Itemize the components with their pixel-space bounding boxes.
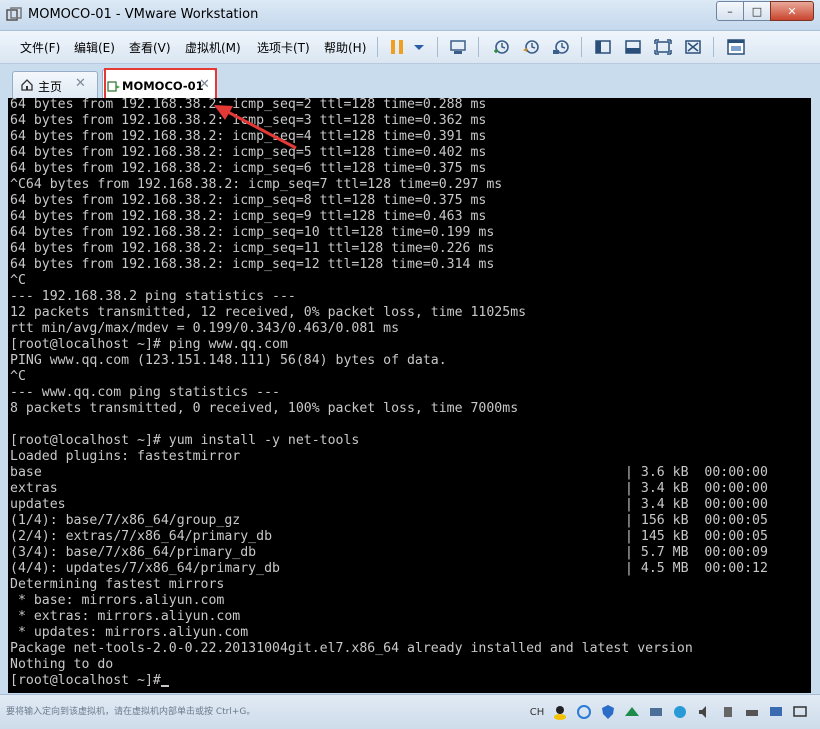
terminal-line: 64 bytes from 192.168.38.2: icmp_seq=5 t… — [10, 145, 487, 160]
message-icon[interactable] — [768, 704, 784, 720]
terminal-line: (4/4): updates/7/x86_64/primary_db — [10, 561, 280, 576]
printer-icon[interactable] — [744, 704, 760, 720]
terminal-line: * updates: mirrors.aliyun.com — [10, 625, 249, 640]
menu-vm[interactable]: 虚拟机(M) — [185, 39, 241, 56]
tab-highlight-box — [104, 68, 217, 100]
menu-bar: 文件(F) 编辑(E) 查看(V) 虚拟机(M) 选项卡(T) 帮助(H) — [0, 31, 820, 64]
fullscreen-icon[interactable] — [652, 36, 674, 58]
window-title: MOMOCO-01 - VMware Workstation — [28, 7, 259, 22]
terminal-line: Determining fastest mirrors — [10, 577, 225, 592]
snapshot-manager-icon[interactable] — [550, 36, 572, 58]
tab-home-close-icon[interactable]: ✕ — [75, 76, 86, 91]
shield-icon[interactable] — [600, 704, 616, 720]
terminal-line: * base: mirrors.aliyun.com — [10, 593, 225, 608]
terminal-line: * extras: mirrors.aliyun.com — [10, 609, 241, 624]
menu-file[interactable]: 文件(F) — [20, 39, 60, 56]
terminal-line: extras — [10, 481, 58, 496]
terminal-line: updates — [10, 497, 66, 512]
title-bar: MOMOCO-01 - VMware Workstation – □ ✕ — [0, 0, 820, 31]
vm-console-terminal[interactable]: 64 bytes from 192.168.38.2: icmp_seq=2 t… — [8, 98, 811, 693]
terminal-line: 64 bytes from 192.168.38.2: icmp_seq=8 t… — [10, 193, 487, 208]
terminal-line: [root@localhost ~]# ping www.qq.com — [10, 337, 288, 352]
terminal-line: --- www.qq.com ping statistics --- — [10, 385, 280, 400]
download-stat: | 3.4 kB 00:00:00 — [625, 497, 768, 512]
terminal-line: 64 bytes from 192.168.38.2: icmp_seq=11 … — [10, 241, 495, 256]
usb-icon[interactable] — [720, 704, 736, 720]
terminal-line: (1/4): base/7/x86_64/group_gz — [10, 513, 241, 528]
terminal-line: (3/4): base/7/x86_64/primary_db — [10, 545, 257, 560]
terminal-line: PING www.qq.com (123.151.148.111) 56(84)… — [10, 353, 447, 368]
user-icon[interactable] — [552, 704, 568, 720]
terminal-line: [root@localhost ~]# yum install -y net-t… — [10, 433, 360, 448]
terminal-line: [root@localhost ~]# — [10, 673, 161, 688]
send-ctrl-alt-del-icon[interactable] — [447, 36, 469, 58]
snapshot-revert-icon[interactable] — [520, 36, 542, 58]
terminal-line: 64 bytes from 192.168.38.2: icmp_seq=10 … — [10, 225, 495, 240]
terminal-line: ^C — [10, 369, 26, 384]
terminal-line: rtt min/avg/max/mdev = 0.199/0.343/0.463… — [10, 321, 400, 336]
terminal-line: 8 packets transmitted, 0 received, 100% … — [10, 401, 519, 416]
console-view-icon[interactable] — [622, 36, 644, 58]
terminal-cursor — [161, 685, 170, 687]
minimize-button[interactable]: – — [716, 1, 744, 21]
download-stat: | 4.5 MB 00:00:12 — [625, 561, 768, 576]
dropdown-icon[interactable] — [408, 36, 430, 58]
thumbnail-icon[interactable] — [725, 36, 747, 58]
terminal-line: --- 192.168.38.2 ping statistics --- — [10, 289, 296, 304]
menu-view[interactable]: 查看(V) — [129, 39, 171, 56]
terminal-line: (2/4): extras/7/x86_64/primary_db — [10, 529, 273, 544]
play-icon[interactable] — [672, 704, 688, 720]
network-icon[interactable] — [624, 704, 640, 720]
download-stat: | 5.7 MB 00:00:09 — [625, 545, 768, 560]
terminal-line: 64 bytes from 192.168.38.2: icmp_seq=3 t… — [10, 113, 487, 128]
terminal-line: 12 packets transmitted, 12 received, 0% … — [10, 305, 527, 320]
status-hint: 要将输入定向到该虚拟机，请在虚拟机内部单击或按 Ctrl+G。 — [6, 707, 256, 717]
display-icon[interactable] — [792, 704, 808, 720]
terminal-line: ^C64 bytes from 192.168.38.2: icmp_seq=7… — [10, 177, 503, 192]
home-icon — [21, 79, 33, 91]
menu-tabs[interactable]: 选项卡(T) — [257, 39, 310, 56]
tab-home[interactable]: 主页 ✕ — [12, 71, 98, 99]
tab-home-label: 主页 — [38, 80, 63, 94]
snapshot-take-icon[interactable] — [490, 36, 512, 58]
terminal-line: base — [10, 465, 42, 480]
download-stat: | 156 kB 00:00:05 — [625, 513, 768, 528]
close-button[interactable]: ✕ — [770, 1, 814, 21]
terminal-line: 64 bytes from 192.168.38.2: icmp_seq=9 t… — [10, 209, 487, 224]
terminal-line: Package net-tools-2.0-0.22.20131004git.e… — [10, 641, 693, 656]
menu-help[interactable]: 帮助(H) — [324, 39, 366, 56]
terminal-line: 64 bytes from 192.168.38.2: icmp_seq=2 t… — [10, 98, 487, 112]
unity-icon[interactable] — [682, 36, 704, 58]
download-stat: | 3.6 kB 00:00:00 — [625, 465, 768, 480]
terminal-line: Nothing to do — [10, 657, 114, 672]
terminal-line: 64 bytes from 192.168.38.2: icmp_seq=4 t… — [10, 129, 487, 144]
maximize-button[interactable]: □ — [743, 1, 771, 21]
download-stat: | 145 kB 00:00:05 — [625, 529, 768, 544]
terminal-line: 64 bytes from 192.168.38.2: icmp_seq=12 … — [10, 257, 495, 272]
link-icon[interactable] — [648, 704, 664, 720]
terminal-line: Loaded plugins: fastestmirror — [10, 449, 241, 464]
pause-icon[interactable] — [386, 36, 408, 58]
status-bar: 要将输入定向到该虚拟机，请在虚拟机内部单击或按 Ctrl+G。 CH — [0, 694, 820, 729]
vmware-app-icon — [6, 7, 22, 21]
menu-edit[interactable]: 编辑(E) — [74, 39, 115, 56]
download-stat: | 3.4 kB 00:00:00 — [625, 481, 768, 496]
terminal-line: 64 bytes from 192.168.38.2: icmp_seq=6 t… — [10, 161, 487, 176]
sync-icon[interactable] — [576, 704, 592, 720]
terminal-line: ^C — [10, 273, 26, 288]
ime-indicator[interactable]: CH — [526, 704, 548, 720]
library-icon[interactable] — [592, 36, 614, 58]
sound-icon[interactable] — [696, 704, 712, 720]
